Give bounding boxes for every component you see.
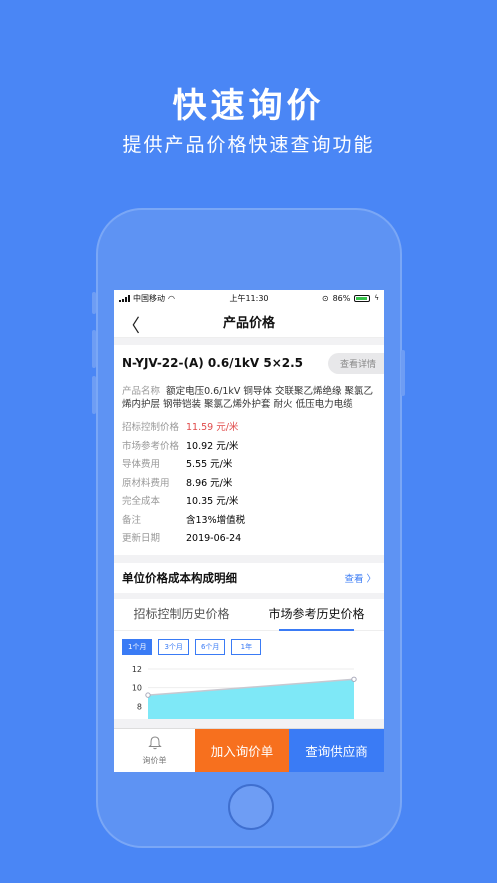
wifi-icon: ◠ <box>168 293 175 303</box>
y-tick-label: 10 <box>132 683 142 692</box>
hero-title: 快速询价 <box>172 86 325 126</box>
field-label: 备注 <box>122 514 142 526</box>
inquiry-list-label: 询价单 <box>142 755 167 765</box>
desc-value: 额定电压0.6/1kV 铜导体 交联聚乙烯绝缘 聚氯乙烯内护层 钢带铠装 聚氯乙… <box>122 386 373 410</box>
field-value: 11.59 元/米 <box>186 422 239 433</box>
app-screen: 中国移动 ◠ 上午11:30 ⊙ 86% ϟ 〈 产品价格 N-YJV-22-(… <box>114 290 384 772</box>
field-row: 备注 含13%增值税 <box>122 512 376 531</box>
range-1-month[interactable]: 1个月 <box>122 638 153 655</box>
phone-volume-up <box>92 330 96 368</box>
view-detail-button[interactable]: 查看详情 <box>327 352 384 374</box>
field-value: 10.35 元/米 <box>186 496 239 507</box>
field-value: 8.96 元/米 <box>186 477 233 489</box>
range-6-months[interactable]: 6个月 <box>194 638 226 655</box>
y-tick-label: 8 <box>137 702 142 711</box>
field-value: 含13%增值税 <box>186 514 246 526</box>
tab-market-reference-history[interactable]: 市场参考历史价格 <box>249 605 384 631</box>
range-3-months[interactable]: 3个月 <box>158 638 189 655</box>
history-price-panel: 招标控制历史价格 市场参考历史价格 1个月 3个月 6个月 1年 12 10 8 <box>114 598 384 725</box>
field-label: 导体费用 <box>122 459 161 470</box>
add-to-inquiry-button[interactable]: 加入询价单 <box>195 729 289 772</box>
product-description: 产品名称 额定电压0.6/1kV 铜导体 交联聚乙烯绝缘 聚氯乙烯内护层 钢带铠… <box>122 385 376 411</box>
home-button <box>228 784 274 830</box>
page-title: 产品价格 <box>222 316 275 331</box>
battery-icon <box>354 294 371 302</box>
product-fields: 招标控制价格 11.59 元/米 市场参考价格 10.92 元/米导体费用 5.55 元… <box>122 419 376 549</box>
cost-breakdown-more-link[interactable]: 查看 〉 <box>344 571 376 585</box>
phone-power-button <box>401 350 405 396</box>
price-history-chart-svg: 12 10 8 <box>132 665 357 725</box>
field-label: 市场参考价格 <box>122 440 180 452</box>
data-point[interactable] <box>351 676 357 682</box>
field-label: 招标控制价格 <box>122 422 180 433</box>
tab-bid-control-history[interactable]: 招标控制历史价格 <box>114 605 249 630</box>
range-selector: 1个月 3个月 6个月 1年 <box>114 631 384 659</box>
phone-volume-down <box>92 376 96 414</box>
bottom-action-bar: 询价单 加入询价单 查询供应商 <box>114 728 384 772</box>
field-row: 导体费用 5.55 元/米 <box>122 456 376 475</box>
inquiry-list-button[interactable]: 询价单 <box>114 729 195 772</box>
product-card: N-YJV-22-(A) 0.6/1kV 5×2.5 查看详情 产品名称 额定电… <box>114 345 384 555</box>
range-1-year[interactable]: 1年 <box>231 638 262 655</box>
bell-icon <box>147 735 162 752</box>
desc-label: 产品名称 <box>122 386 161 397</box>
field-value: 5.55 元/米 <box>186 459 233 470</box>
battery-percent: 86% <box>332 293 351 303</box>
field-value: 10.92 元/米 <box>186 440 239 452</box>
data-point[interactable] <box>145 691 151 698</box>
lock-rotation-icon: ⊙ <box>321 293 329 303</box>
field-row: 市场参考价格 10.92 元/米 <box>122 438 376 457</box>
field-row: 完全成本 10.35 元/米 <box>122 493 376 512</box>
product-model: N-YJV-22-(A) 0.6/1kV 5×2.5 <box>122 356 304 370</box>
y-tick-label: 12 <box>132 665 142 674</box>
price-history-chart: 12 10 8 <box>114 659 384 725</box>
history-tabs: 招标控制历史价格 市场参考历史价格 <box>114 599 384 631</box>
nav-bar: 〈 产品价格 <box>114 306 384 338</box>
hero-subtitle: 提供产品价格快速查询功能 <box>122 134 375 156</box>
field-row: 更新日期 2019-06-24 <box>122 530 376 549</box>
field-label: 更新日期 <box>122 533 161 544</box>
cost-breakdown-title: 单位价格成本构成明细 <box>122 570 237 585</box>
back-icon[interactable]: 〈 <box>122 312 140 338</box>
carrier-label: 中国移动 <box>133 293 165 303</box>
field-value: 2019-06-24 <box>186 533 242 544</box>
field-row: 招标控制价格 11.59 元/米 <box>122 419 376 438</box>
signal-icon <box>119 294 130 302</box>
field-row: 原材料费用 8.96 元/米 <box>122 475 376 494</box>
field-label: 完全成本 <box>122 496 161 507</box>
phone-side-button <box>92 292 96 314</box>
cost-breakdown-section[interactable]: 单位价格成本构成明细 查看 〉 <box>114 562 384 593</box>
search-supplier-button[interactable]: 查询供应商 <box>289 729 384 772</box>
status-bar: 中国移动 ◠ 上午11:30 ⊙ 86% ϟ <box>114 290 384 306</box>
charging-icon: ϟ <box>374 294 379 302</box>
price-area <box>148 678 354 725</box>
field-label: 原材料费用 <box>122 477 170 489</box>
